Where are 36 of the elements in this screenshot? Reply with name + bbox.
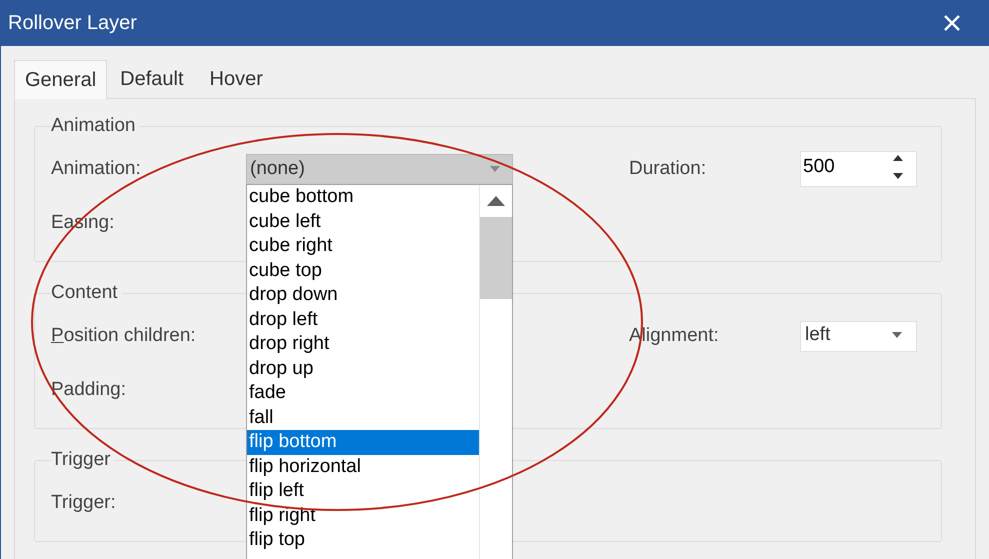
tab[interactable]: Default xyxy=(107,62,197,98)
list-option[interactable]: cube left xyxy=(247,210,479,234)
tab[interactable]: General xyxy=(14,60,108,99)
alignment-dropdown[interactable]: left xyxy=(800,320,917,352)
tab[interactable]: Hover xyxy=(196,62,276,98)
list-option[interactable]: cube bottom xyxy=(247,185,479,210)
field-label: Animation: xyxy=(51,158,142,180)
list-option[interactable]: flip left xyxy=(247,479,479,504)
field-label: Duration: xyxy=(628,158,708,180)
field-label: Trigger: xyxy=(51,492,117,514)
spin-arrows-icon[interactable] xyxy=(892,154,904,180)
list-option[interactable]: drop right xyxy=(247,332,479,356)
duration-spinner[interactable]: 500 xyxy=(800,151,917,187)
list-option[interactable]: drop up xyxy=(247,356,479,381)
group-title: Content xyxy=(51,282,119,304)
close-icon[interactable] xyxy=(943,14,961,32)
list-option[interactable]: cube right xyxy=(247,234,479,258)
group-title: Animation xyxy=(51,115,136,137)
caret-icon xyxy=(892,332,902,338)
field-label: Position children: xyxy=(51,325,197,347)
field-label: Padding: xyxy=(51,379,128,401)
list-option[interactable]: flip right xyxy=(247,504,479,528)
window-title: Rollover Layer xyxy=(8,12,137,34)
list-option[interactable]: flip horizontal xyxy=(247,454,479,479)
list-option[interactable]: drop left xyxy=(247,308,479,332)
list-option[interactable]: drop down xyxy=(247,283,479,308)
list-option[interactable]: cube top xyxy=(247,258,479,283)
list-option[interactable]: flip bottom xyxy=(247,430,479,454)
list-option[interactable]: fade xyxy=(247,381,479,406)
list-option[interactable]: fall xyxy=(247,406,479,430)
caret-icon xyxy=(490,166,500,172)
animation-dropdown[interactable]: (none) xyxy=(246,154,513,184)
list-option[interactable]: flip top xyxy=(247,528,479,552)
scrollbar-thumb[interactable] xyxy=(480,217,512,299)
group-title: Trigger xyxy=(51,449,112,471)
scroll-up-icon[interactable] xyxy=(487,196,505,206)
